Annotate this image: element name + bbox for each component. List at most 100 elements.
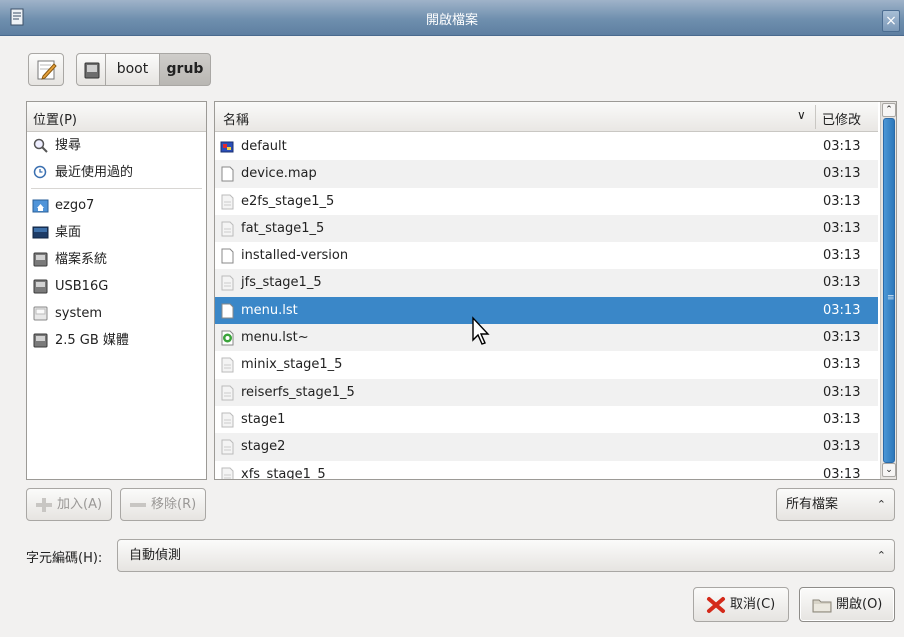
file-icon: [221, 467, 234, 479]
file-icon: [221, 194, 234, 210]
encoding-value: 自動偵測: [129, 548, 182, 563]
place-label: 搜尋: [55, 138, 82, 153]
place-system[interactable]: system: [27, 300, 206, 327]
file-icon: [221, 412, 234, 428]
places-separator: [31, 188, 202, 189]
place-media[interactable]: 2.5 GB 媒體: [27, 327, 206, 354]
minus-icon: [130, 503, 146, 507]
open-button[interactable]: 開啟(O): [799, 587, 895, 622]
chevron-down-icon[interactable]: ∨: [797, 108, 806, 122]
recent-icon: [33, 165, 47, 179]
file-name: xfs_stage1_5: [241, 466, 326, 480]
file-row[interactable]: fat_stage1_5 03:13: [215, 214, 878, 243]
scrollbar-thumb[interactable]: ≡: [883, 118, 895, 463]
cancel-label: 取消(C): [730, 597, 776, 612]
file-type-filter[interactable]: 所有檔案 ⌃: [776, 488, 895, 521]
file-rows: default 03:13 device.map 03:13 e2fs_stage1_5…: [215, 133, 878, 480]
path-root-button[interactable]: [76, 53, 106, 86]
drive-icon: [33, 333, 48, 348]
file-name: menu.lst: [241, 302, 298, 318]
file-name: device.map: [241, 166, 317, 182]
grip-icon: ≡: [887, 293, 895, 303]
place-filesystem[interactable]: 檔案系統: [27, 246, 206, 273]
pencil-icon: [37, 60, 57, 80]
file-name: jfs_stage1_5: [241, 275, 322, 291]
file-row[interactable]: minix_stage1_5 03:13: [215, 351, 878, 378]
place-label: USB16G: [55, 279, 109, 294]
home-folder-icon: [32, 199, 49, 213]
type-location-button[interactable]: [28, 53, 64, 86]
drive-icon: [33, 279, 48, 294]
text-file-icon: [221, 166, 234, 182]
remove-bookmark-button[interactable]: 移除(R): [120, 488, 206, 521]
cancel-icon: [707, 597, 725, 613]
column-name-header[interactable]: 名稱: [223, 109, 249, 128]
file-modified-time: 03:13: [823, 357, 861, 373]
mouse-cursor-icon: [472, 316, 490, 345]
place-label: 檔案系統: [55, 252, 108, 267]
file-icon: [221, 221, 234, 237]
place-search[interactable]: 搜尋: [27, 132, 206, 159]
open-label: 開啟(O): [836, 597, 883, 612]
file-name: e2fs_stage1_5: [241, 193, 335, 209]
places-header[interactable]: 位置(P): [27, 102, 206, 132]
add-bookmark-button[interactable]: 加入(A): [26, 488, 112, 521]
file-modified-time: 03:13: [823, 302, 861, 318]
file-modified-time: 03:13: [823, 275, 861, 291]
vertical-scrollbar[interactable]: ⌃ ≡ ⌄: [880, 102, 896, 479]
file-modified-time: 03:13: [823, 166, 861, 182]
scroll-down-arrow[interactable]: ⌄: [882, 463, 896, 477]
remove-label: 移除(R): [151, 497, 197, 512]
file-icon: [221, 357, 234, 373]
column-modified-header[interactable]: 已修改: [822, 109, 861, 128]
file-row[interactable]: jfs_stage1_5 03:13: [215, 269, 878, 297]
desktop-icon: [32, 226, 49, 239]
file-row[interactable]: xfs_stage1_5 03:13: [215, 461, 878, 480]
cancel-button[interactable]: 取消(C): [693, 587, 789, 622]
file-modified-time: 03:13: [823, 384, 861, 400]
file-modified-time: 03:13: [823, 220, 861, 236]
place-label: 桌面: [55, 225, 82, 240]
place-label: ezgo7: [55, 198, 95, 213]
encoding-select[interactable]: 自動偵測 ⌃: [117, 539, 895, 572]
file-modified-time: 03:13: [823, 439, 861, 455]
file-name: installed-version: [241, 248, 349, 264]
close-button[interactable]: ×: [882, 10, 900, 32]
file-icon: [221, 439, 234, 455]
file-row[interactable]: reiserfs_stage1_5 03:13: [215, 378, 878, 406]
place-label: 最近使用過的: [55, 165, 134, 180]
path-segment-boot[interactable]: boot: [106, 53, 160, 86]
scroll-up-arrow[interactable]: ⌃: [882, 103, 896, 117]
place-recent[interactable]: 最近使用過的: [27, 159, 206, 186]
filter-value: 所有檔案: [786, 497, 839, 512]
file-modified-time: 03:13: [823, 466, 861, 480]
file-row[interactable]: device.map 03:13: [215, 160, 878, 188]
file-row[interactable]: stage2 03:13: [215, 433, 878, 461]
drive-icon: [33, 252, 48, 267]
image-file-icon: [220, 141, 234, 153]
disk-icon: [84, 62, 100, 79]
place-label: system: [55, 306, 102, 321]
file-row[interactable]: menu.lst~ 03:13: [215, 324, 878, 352]
place-home[interactable]: ezgo7: [27, 192, 206, 219]
file-name: stage1: [241, 411, 286, 427]
file-name: minix_stage1_5: [241, 357, 343, 373]
drive-icon: [33, 306, 48, 321]
path-segment-grub[interactable]: grub: [160, 53, 211, 86]
column-divider: [815, 105, 816, 129]
add-label: 加入(A): [57, 497, 103, 512]
file-row[interactable]: default 03:13: [215, 133, 878, 160]
place-desktop[interactable]: 桌面: [27, 219, 206, 246]
search-icon: [33, 138, 48, 153]
file-row[interactable]: installed-version 03:13: [215, 242, 878, 269]
title-bar: 開啟檔案 ×: [0, 0, 904, 36]
file-row[interactable]: e2fs_stage1_5 03:13: [215, 188, 878, 215]
file-row[interactable]: stage1 03:13: [215, 406, 878, 433]
file-row[interactable]: menu.lst 03:13: [215, 296, 878, 325]
encoding-label: 字元編碼(H):: [26, 551, 103, 566]
file-list-header: 名稱 ∨ 已修改: [215, 102, 878, 132]
file-name: fat_stage1_5: [241, 220, 325, 236]
place-usb16g[interactable]: USB16G: [27, 273, 206, 300]
file-modified-time: 03:13: [823, 411, 861, 427]
updown-icon: ⌃: [876, 549, 886, 562]
